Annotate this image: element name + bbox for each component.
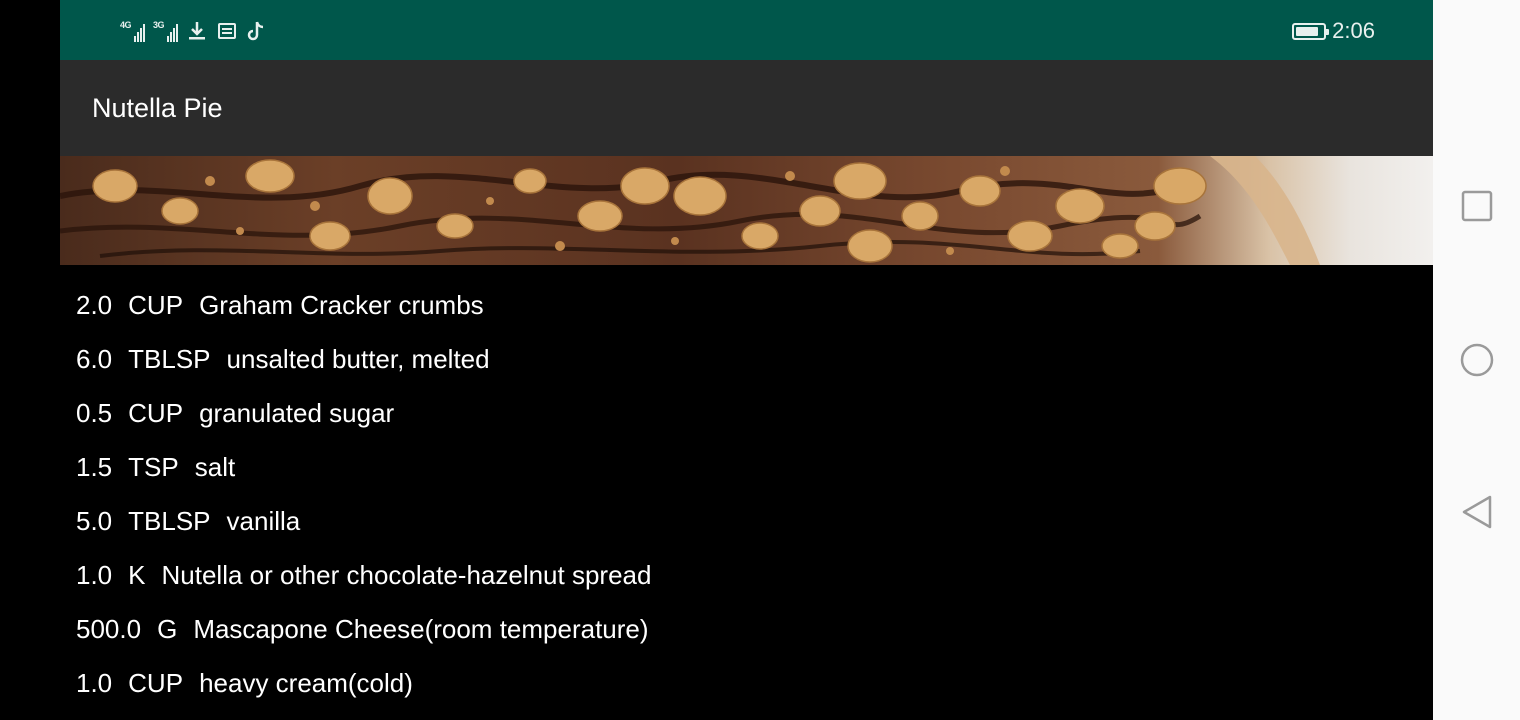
ingredient-name: Graham Cracker crumbs (199, 289, 484, 320)
ingredient-name: Mascapone Cheese(room temperature) (193, 613, 649, 644)
ingredient-row: 1.0 K Nutella or other chocolate-hazelnu… (76, 548, 1416, 602)
ingredient-row: 1.5 TSP salt (76, 440, 1416, 494)
ingredient-row: 5.0 TBLSP vanilla (76, 494, 1416, 548)
status-icons-right: 2:06 (1292, 17, 1375, 45)
back-button[interactable] (1457, 492, 1497, 532)
ingredient-quantity: 5.0 (76, 505, 113, 536)
hero-image (60, 156, 1433, 265)
hazelnut-topping-image (60, 156, 1320, 265)
app-bar: Nutella Pie (60, 60, 1433, 156)
ingredient-quantity: 500.0 (76, 613, 142, 644)
app-window: 4G 3G 2:06 Nutella Pie 2.0 CUP Graham Cr… (60, 0, 1433, 720)
network-type-label: 4G (120, 20, 132, 30)
tiktok-icon (247, 21, 264, 41)
status-time: 2:06 (1332, 18, 1375, 43)
ingredient-row: 2.0 CUP Graham Cracker crumbs (76, 278, 1416, 332)
ingredient-row: 0.5 CUP granulated sugar (76, 386, 1416, 440)
ingredient-name: salt (194, 451, 236, 482)
ingredient-unit: TBLSP (128, 505, 211, 536)
download-icon (189, 22, 205, 40)
ingredient-quantity: 2.0 (76, 289, 113, 320)
ingredient-row: 6.0 TBLSP unsalted butter, melted (76, 332, 1416, 386)
ingredient-name: granulated sugar (199, 397, 395, 428)
battery-icon (1292, 22, 1330, 40)
ingredient-quantity: 1.0 (76, 559, 113, 590)
system-nav-bar (1433, 0, 1520, 720)
ingredient-quantity: 6.0 (76, 343, 113, 374)
ingredient-name: heavy cream(cold) (199, 667, 413, 698)
page-title: Nutella Pie (92, 93, 223, 123)
back-triangle-icon (1462, 495, 1492, 529)
ingredient-name: unsalted butter, melted (226, 343, 490, 374)
ingredient-unit: TSP (128, 451, 179, 482)
signal-3g-icon: 3G (153, 20, 178, 42)
home-button[interactable] (1457, 340, 1497, 380)
ingredient-unit: CUP (128, 289, 184, 320)
ingredient-quantity: 1.0 (76, 667, 113, 698)
ingredient-quantity: 1.5 (76, 451, 113, 482)
left-edge (0, 0, 60, 720)
ingredient-name: vanilla (226, 505, 301, 536)
ingredient-unit: K (128, 559, 146, 590)
recents-button[interactable] (1457, 186, 1497, 226)
signal-4g-icon: 4G (120, 20, 145, 42)
network-type-label: 3G (153, 20, 165, 30)
ingredient-unit: TBLSP (128, 343, 211, 374)
ingredient-unit: CUP (128, 667, 184, 698)
ingredient-row: 1.0 CUP heavy cream(cold) (76, 656, 1416, 710)
status-bar: 4G 3G 2:06 (60, 0, 1433, 60)
ingredient-quantity: 0.5 (76, 397, 113, 428)
status-icons-left: 4G 3G (120, 18, 266, 44)
message-icon (218, 23, 236, 39)
ingredient-unit: G (157, 613, 178, 644)
ingredient-row: 500.0 G Mascapone Cheese(room temperatur… (76, 602, 1416, 656)
ingredient-name: Nutella or other chocolate-hazelnut spre… (161, 559, 652, 590)
home-circle-icon (1460, 343, 1494, 377)
recents-square-icon (1461, 190, 1493, 222)
ingredient-list: 2.0 CUP Graham Cracker crumbs 6.0 TBLSP … (76, 278, 1416, 710)
ingredient-unit: CUP (128, 397, 184, 428)
